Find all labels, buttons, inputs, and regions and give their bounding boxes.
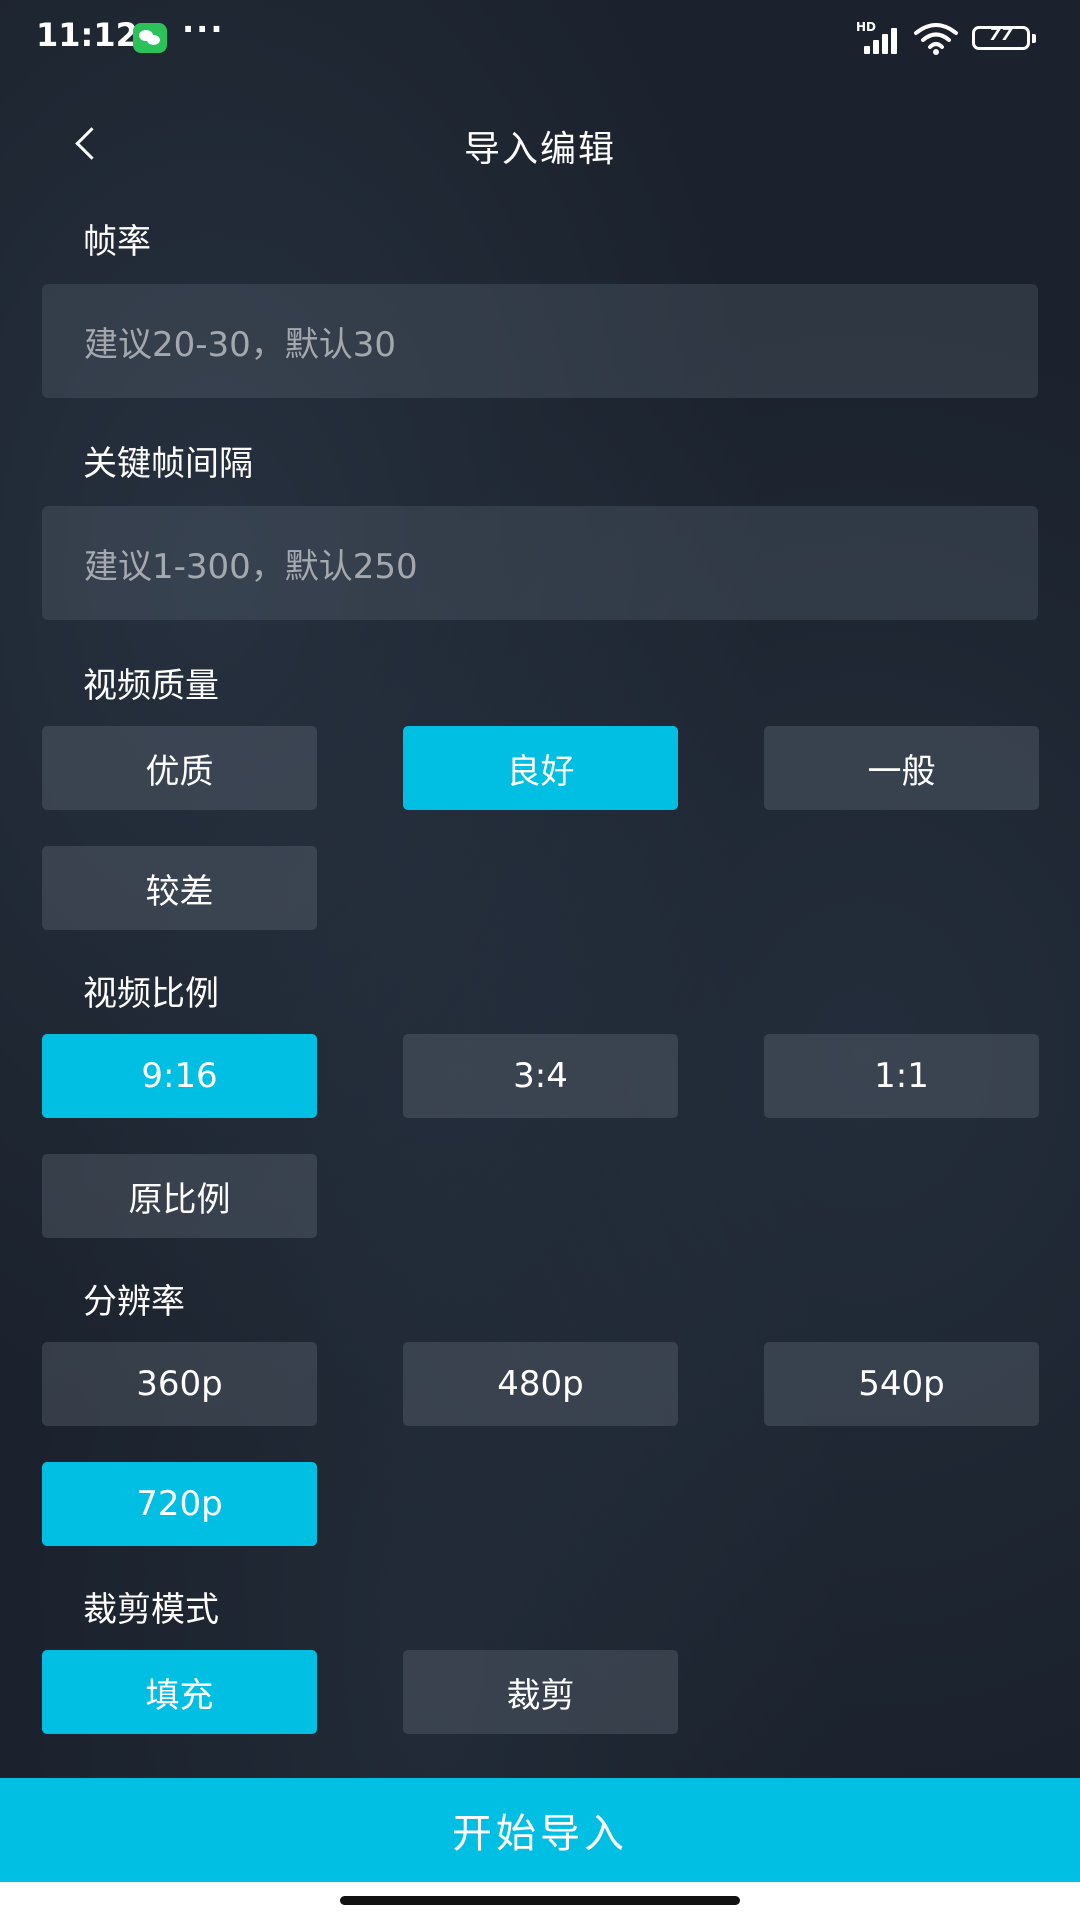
keyframe-interval-label: 关键帧间隔 bbox=[83, 444, 253, 484]
quality-option-poor[interactable]: 较差 bbox=[42, 846, 317, 930]
resolution-option-480p[interactable]: 480p bbox=[403, 1342, 678, 1426]
ratio-option-3-4[interactable]: 3:4 bbox=[403, 1034, 678, 1118]
quality-option-excellent[interactable]: 优质 bbox=[42, 726, 317, 810]
resolution-option-540p[interactable]: 540p bbox=[764, 1342, 1039, 1426]
crop-option-fill[interactable]: 填充 bbox=[42, 1650, 317, 1734]
start-import-button[interactable]: 开始导入 bbox=[0, 1778, 1080, 1882]
ratio-option-1-1[interactable]: 1:1 bbox=[764, 1034, 1039, 1118]
ratio-option-9-16[interactable]: 9:16 bbox=[42, 1034, 317, 1118]
frame-rate-label: 帧率 bbox=[83, 222, 151, 262]
crop-mode-label: 裁剪模式 bbox=[83, 1590, 219, 1630]
quality-option-normal[interactable]: 一般 bbox=[764, 726, 1039, 810]
home-indicator[interactable] bbox=[340, 1896, 740, 1905]
more-notifications-icon: ··· bbox=[182, 10, 225, 48]
aspect-ratio-label: 视频比例 bbox=[83, 974, 219, 1014]
keyframe-interval-placeholder: 建议1-300，默认250 bbox=[84, 546, 418, 587]
quality-option-good[interactable]: 良好 bbox=[403, 726, 678, 810]
resolution-label: 分辨率 bbox=[83, 1282, 185, 1322]
frame-rate-input[interactable]: 建议20-30，默认30 bbox=[42, 284, 1038, 398]
frame-rate-placeholder: 建议20-30，默认30 bbox=[84, 324, 397, 365]
cellular-signal-icon: HD bbox=[856, 20, 902, 54]
status-time: 11:12 bbox=[36, 16, 138, 54]
crop-option-crop[interactable]: 裁剪 bbox=[403, 1650, 678, 1734]
status-bar: 11:12 ··· HD 77 bbox=[0, 0, 1080, 78]
network-type-label: HD bbox=[856, 20, 877, 34]
resolution-option-360p[interactable]: 360p bbox=[42, 1342, 317, 1426]
ratio-option-original[interactable]: 原比例 bbox=[42, 1154, 317, 1238]
battery-icon: 77 bbox=[972, 25, 1036, 52]
wechat-notification-icon bbox=[133, 23, 167, 53]
video-quality-label: 视频质量 bbox=[83, 666, 219, 706]
import-edit-screen: 11:12 ··· HD 77 导入编辑 帧率 建议20-30，默认30 关键帧… bbox=[0, 0, 1080, 1920]
keyframe-interval-input[interactable]: 建议1-300，默认250 bbox=[42, 506, 1038, 620]
battery-level: 77 bbox=[989, 25, 1013, 45]
resolution-option-720p[interactable]: 720p bbox=[42, 1462, 317, 1546]
page-title: 导入编辑 bbox=[463, 129, 616, 170]
wifi-icon bbox=[914, 22, 958, 56]
